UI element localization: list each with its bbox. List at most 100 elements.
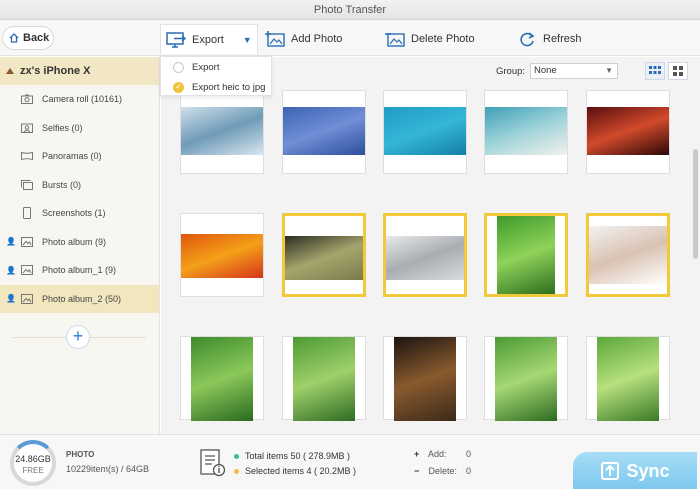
sync-button[interactable]: Sync	[573, 452, 697, 489]
large-grid-view-button[interactable]	[668, 62, 688, 80]
sidebar-item-panoramas[interactable]: Panoramas (0)	[0, 142, 159, 171]
panorama-icon	[20, 150, 34, 162]
add-photo-icon	[265, 31, 285, 47]
delete-photo-icon	[385, 33, 405, 47]
refresh-icon	[520, 32, 535, 47]
item-count: 10229item(s) / 64GB	[66, 464, 150, 474]
sidebar-item-screenshots[interactable]: Screenshots (1)	[0, 199, 159, 228]
export-menu-item-heic-to-jpg[interactable]: Export heic to jpg	[161, 77, 271, 97]
window-title: Photo Transfer	[313, 4, 387, 16]
radio-unchecked-icon	[173, 61, 184, 73]
home-icon	[9, 33, 19, 43]
photo-thumbnail-blue-forest-lake[interactable]	[180, 90, 264, 174]
add-photo-button[interactable]: Add Photo	[264, 28, 342, 50]
export-menu-item-label: Export	[192, 61, 220, 73]
plus-icon: +	[72, 326, 84, 346]
photo-thumbnail-autumn-leaves[interactable]	[180, 213, 264, 297]
green-dot-icon	[234, 453, 239, 459]
photo-image	[293, 337, 355, 421]
export-menu-item-label: Export heic to jpg	[192, 81, 266, 93]
category-label: PHOTO	[66, 450, 95, 459]
burst-icon	[20, 179, 34, 191]
photo-thumbnail-misty-lake[interactable]	[383, 213, 467, 297]
sidebar-item-bursts[interactable]: Bursts (0)	[0, 171, 159, 200]
refresh-button[interactable]: Refresh	[516, 28, 582, 50]
chevron-down-icon: ▼	[242, 34, 252, 45]
add-value: 0	[466, 449, 472, 459]
group-select[interactable]: None ▼	[530, 63, 618, 79]
document-info-icon	[200, 449, 226, 477]
photo-thumbnail-grass-field[interactable]	[282, 213, 366, 297]
photo-image	[485, 107, 567, 155]
photo-image	[497, 216, 555, 294]
sidebar-item-selfies[interactable]: Selfies (0)	[0, 114, 159, 143]
sidebar-item-photo-album-2[interactable]: 👤 Photo album_2 (50)	[0, 284, 159, 313]
storage-gauge: 24.86GB FREE	[10, 440, 56, 486]
user-icon: 👤	[6, 265, 16, 275]
photo-thumbnail-blue-ice-pattern[interactable]	[282, 90, 366, 174]
photo-image	[495, 337, 557, 421]
group-select-value: None	[534, 65, 557, 76]
sidebar-item-label: Photo album (9)	[42, 236, 107, 247]
photo-thumbnail-red-canyon[interactable]	[586, 90, 670, 174]
device-name: zx's iPhone X	[20, 65, 91, 77]
photo-image	[283, 107, 365, 155]
export-icon	[166, 31, 187, 48]
export-menu-item-export[interactable]: Export	[161, 57, 271, 77]
sidebar-item-photo-album-1[interactable]: 👤 Photo album_1 (9)	[0, 256, 159, 285]
scrollbar[interactable]	[693, 149, 698, 259]
eject-icon[interactable]	[6, 68, 14, 74]
photo-image	[597, 337, 659, 421]
sidebar-item-label: Photo album_2 (50)	[42, 293, 122, 304]
sidebar-item-label: Panoramas (0)	[42, 151, 102, 162]
total-items-stat: Total items 50 ( 278.9MB )	[234, 451, 350, 461]
delete-photo-button[interactable]: Delete Photo	[384, 28, 475, 50]
album-icon	[20, 293, 34, 305]
phone-icon	[20, 207, 34, 220]
device-header[interactable]: zx's iPhone X	[0, 57, 159, 85]
large-grid-icon	[673, 66, 683, 76]
storage-free-amount: 24.86GB	[15, 454, 51, 464]
add-album-button[interactable]: +	[66, 325, 90, 349]
photo-image	[384, 107, 466, 155]
group-label: Group:	[496, 66, 526, 77]
photo-thumbnail-woman-garden-2[interactable]	[282, 336, 366, 421]
sidebar-item-label: Photo album_1 (9)	[42, 265, 117, 276]
photo-thumbnail-woman-on-bed[interactable]	[586, 213, 670, 297]
photo-thumbnail-woman-dark-room[interactable]	[383, 336, 467, 421]
camera-icon	[20, 93, 34, 105]
photo-image	[587, 107, 669, 155]
delete-label: Delete:	[428, 466, 458, 476]
photo-thumbnail-woman-garden-1[interactable]	[180, 336, 264, 421]
photo-image	[394, 337, 456, 421]
sync-label: Sync	[626, 460, 670, 481]
sidebar-item-label: Screenshots (1)	[42, 208, 106, 219]
photo-image	[181, 107, 263, 155]
refresh-label: Refresh	[543, 33, 582, 45]
export-dropdown-menu: Export Export heic to jpg	[160, 56, 272, 96]
user-icon: 👤	[6, 294, 16, 304]
back-button[interactable]: Back	[2, 26, 54, 50]
photo-image	[181, 234, 263, 278]
sync-icon	[601, 462, 620, 480]
export-button[interactable]: Export ▼	[160, 24, 258, 54]
sidebar-item-photo-album[interactable]: 👤 Photo album (9)	[0, 228, 159, 257]
delete-count: − Delete: 0	[414, 466, 471, 476]
add-label: Add:	[428, 449, 447, 459]
photo-thumbnail-woman-in-forest[interactable]	[484, 213, 568, 297]
delete-value: 0	[466, 466, 472, 476]
photo-grid-panel: Group: None ▼	[161, 57, 700, 434]
photo-thumbnail-turquoise-water[interactable]	[383, 90, 467, 174]
back-button-label: Back	[23, 32, 50, 44]
photo-image	[589, 226, 667, 284]
sidebar-item-camera-roll[interactable]: Camera roll (10161)	[0, 85, 159, 114]
chevron-down-icon: ▼	[605, 66, 613, 75]
photo-thumbnail-beach-shore[interactable]	[484, 90, 568, 174]
photo-thumbnail-woman-garden-3[interactable]	[484, 336, 568, 421]
title-bar: Photo Transfer	[0, 0, 700, 20]
selfie-icon	[20, 122, 34, 134]
small-grid-view-button[interactable]	[645, 62, 665, 80]
photo-thumbnail-woman-garden-4[interactable]	[586, 336, 670, 421]
sidebar-item-label: Selfies (0)	[42, 122, 83, 133]
status-bar: 24.86GB FREE PHOTO 10229item(s) / 64GB T…	[0, 434, 700, 489]
